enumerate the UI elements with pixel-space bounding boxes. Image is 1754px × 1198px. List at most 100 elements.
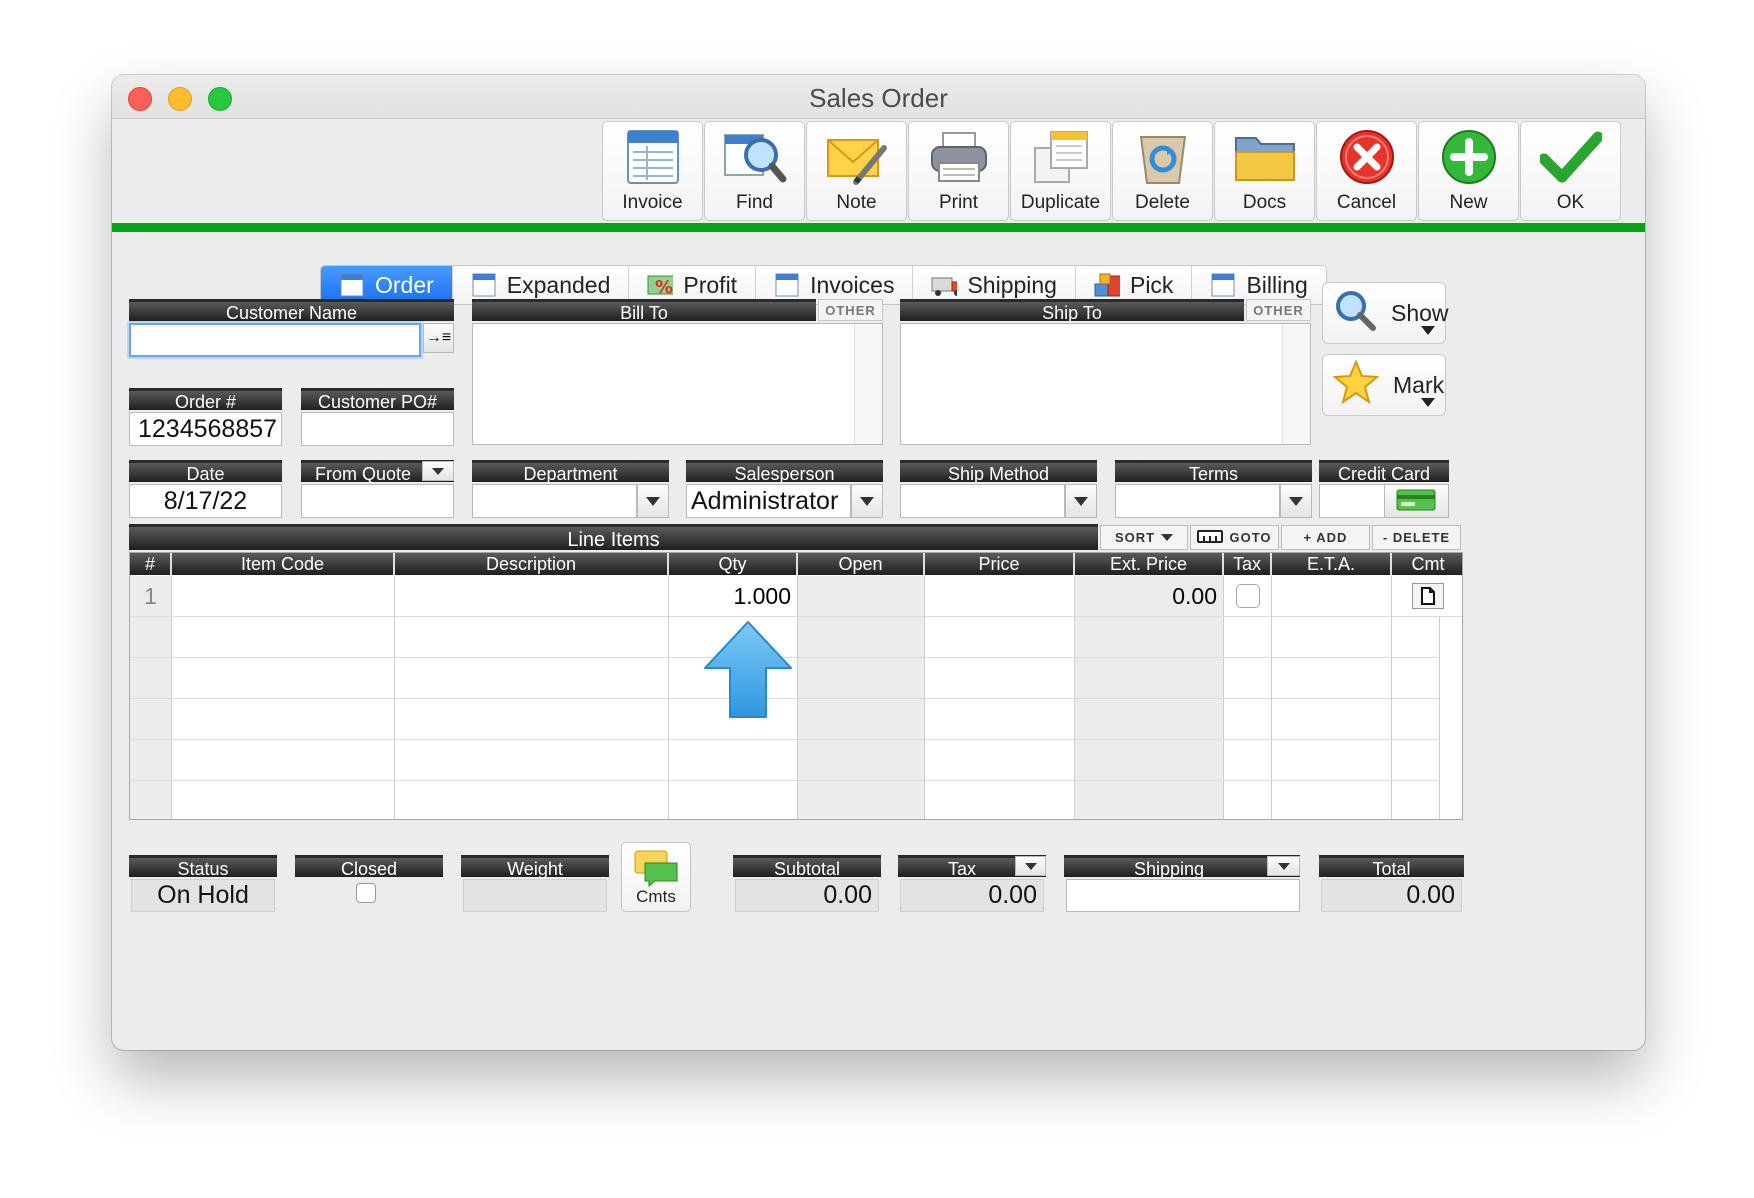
ship-to-other-button[interactable]: OTHER — [1246, 299, 1311, 321]
title-bar: Sales Order — [112, 75, 1645, 119]
status-field: On Hold — [131, 879, 275, 912]
ok-icon — [1539, 126, 1603, 188]
tax-checkbox[interactable] — [1235, 584, 1260, 608]
row-divider — [130, 739, 1440, 740]
mark-button[interactable]: Mark — [1322, 354, 1446, 416]
billing-tab-icon — [1210, 272, 1236, 298]
find-icon — [723, 126, 787, 188]
comment-button[interactable] — [1412, 583, 1444, 609]
print-button[interactable]: Print — [908, 121, 1009, 221]
tax-total-field: 0.00 — [900, 879, 1044, 912]
ship-to-header: Ship To — [900, 299, 1244, 323]
docs-button[interactable]: Docs — [1214, 121, 1315, 221]
department-dropdown[interactable] — [637, 484, 669, 518]
ext-price-column — [1075, 617, 1224, 819]
bill-to-scrollbar[interactable] — [854, 324, 882, 444]
terms-dropdown[interactable] — [1280, 484, 1312, 518]
delete-line-button[interactable]: - DELETE — [1372, 525, 1461, 550]
row-number: 1 — [130, 576, 172, 617]
row-divider — [130, 780, 1440, 781]
comment-cell[interactable] — [1392, 576, 1462, 617]
docs-label: Docs — [1242, 192, 1287, 213]
closed-header: Closed — [295, 855, 443, 879]
status-color-bar — [112, 223, 1645, 232]
credit-card-icon — [1395, 486, 1439, 517]
ship-to-scrollbar[interactable] — [1282, 324, 1310, 444]
chevron-down-icon — [1277, 862, 1290, 870]
order-number-header: Order # — [129, 388, 282, 412]
credit-card-field[interactable] — [1319, 484, 1385, 518]
from-quote-dropdown[interactable] — [422, 461, 454, 481]
subtotal-field: 0.00 — [735, 879, 879, 912]
chevron-down-icon — [432, 467, 444, 475]
closed-checkbox[interactable] — [356, 883, 376, 903]
shipping-dropdown[interactable] — [1267, 856, 1300, 876]
bill-to-other-button[interactable]: OTHER — [818, 299, 883, 321]
goto-button[interactable]: GOTO — [1190, 525, 1279, 550]
tax-cell[interactable] — [1224, 576, 1272, 617]
sort-label: SORT — [1114, 530, 1156, 545]
arrow-up-icon — [704, 621, 792, 718]
terms-field[interactable] — [1115, 484, 1280, 518]
eta-cell[interactable] — [1272, 576, 1392, 617]
date-field[interactable]: 8/17/22 — [129, 484, 282, 518]
invoice-icon — [621, 126, 685, 188]
note-button[interactable]: Note — [806, 121, 907, 221]
price-cell[interactable] — [925, 576, 1075, 617]
bill-to-header: Bill To — [472, 299, 816, 323]
sort-button[interactable]: SORT — [1100, 525, 1188, 550]
total-field: 0.00 — [1321, 879, 1462, 912]
customer-po-field[interactable] — [301, 412, 454, 446]
ship-method-field[interactable] — [900, 484, 1065, 518]
comments-icon — [634, 850, 678, 887]
salesperson-dropdown[interactable] — [851, 484, 883, 518]
from-quote-label: From Quote — [315, 464, 412, 484]
salesperson-field[interactable]: Administrator — [686, 484, 851, 518]
print-icon — [927, 126, 991, 188]
invoices-tab-icon — [774, 272, 800, 298]
add-line-button[interactable]: + ADD — [1281, 525, 1370, 550]
new-icon — [1437, 126, 1501, 188]
chevron-down-icon — [1074, 496, 1088, 506]
shipping-field[interactable] — [1066, 879, 1300, 912]
ship-method-dropdown[interactable] — [1065, 484, 1097, 518]
cmt-column — [1392, 617, 1440, 819]
sort-dropdown-icon — [1161, 534, 1174, 541]
delete-button[interactable]: Delete — [1112, 121, 1213, 221]
qty-cell[interactable]: 1.000 — [669, 576, 798, 617]
eta-column — [1272, 617, 1392, 819]
item-code-column — [172, 617, 395, 819]
item-code-cell[interactable] — [172, 576, 395, 617]
customer-lookup-button[interactable]: →≡ — [423, 323, 454, 353]
new-button[interactable]: New — [1418, 121, 1519, 221]
docs-icon — [1233, 126, 1297, 188]
invoice-button[interactable]: Invoice — [602, 121, 703, 221]
order-number-field[interactable]: 1234568857 — [129, 412, 282, 446]
status-header: Status — [129, 855, 277, 879]
customer-name-field[interactable] — [129, 323, 421, 357]
comments-button[interactable]: Cmts — [621, 842, 691, 912]
department-field[interactable] — [472, 484, 637, 518]
open-column — [798, 617, 925, 819]
column-header-price: Price — [925, 553, 1075, 575]
show-button[interactable]: Show — [1322, 282, 1449, 344]
column-header-open: Open — [798, 553, 925, 575]
cancel-button[interactable]: Cancel — [1316, 121, 1417, 221]
column-header-eta: E.T.A. — [1272, 553, 1392, 575]
sales-order-window: Sales Order Invoice Find Note Print Dupl… — [112, 75, 1645, 1050]
tax-dropdown[interactable] — [1015, 856, 1046, 876]
find-button[interactable]: Find — [704, 121, 805, 221]
ok-button[interactable]: OK — [1520, 121, 1621, 221]
bill-to-address[interactable] — [472, 323, 883, 445]
from-quote-field[interactable] — [301, 484, 454, 518]
note-icon — [825, 126, 889, 188]
description-cell[interactable] — [395, 576, 669, 617]
toolbar: Invoice Find Note Print Duplicate Delete… — [602, 121, 1621, 221]
delete-label: Delete — [1135, 192, 1190, 213]
duplicate-button[interactable]: Duplicate — [1010, 121, 1111, 221]
note-label: Note — [836, 192, 877, 213]
credit-card-button[interactable] — [1384, 484, 1449, 518]
comments-label: Cmts — [636, 887, 676, 906]
empty-rows — [130, 617, 1462, 819]
ship-to-address[interactable] — [900, 323, 1311, 445]
